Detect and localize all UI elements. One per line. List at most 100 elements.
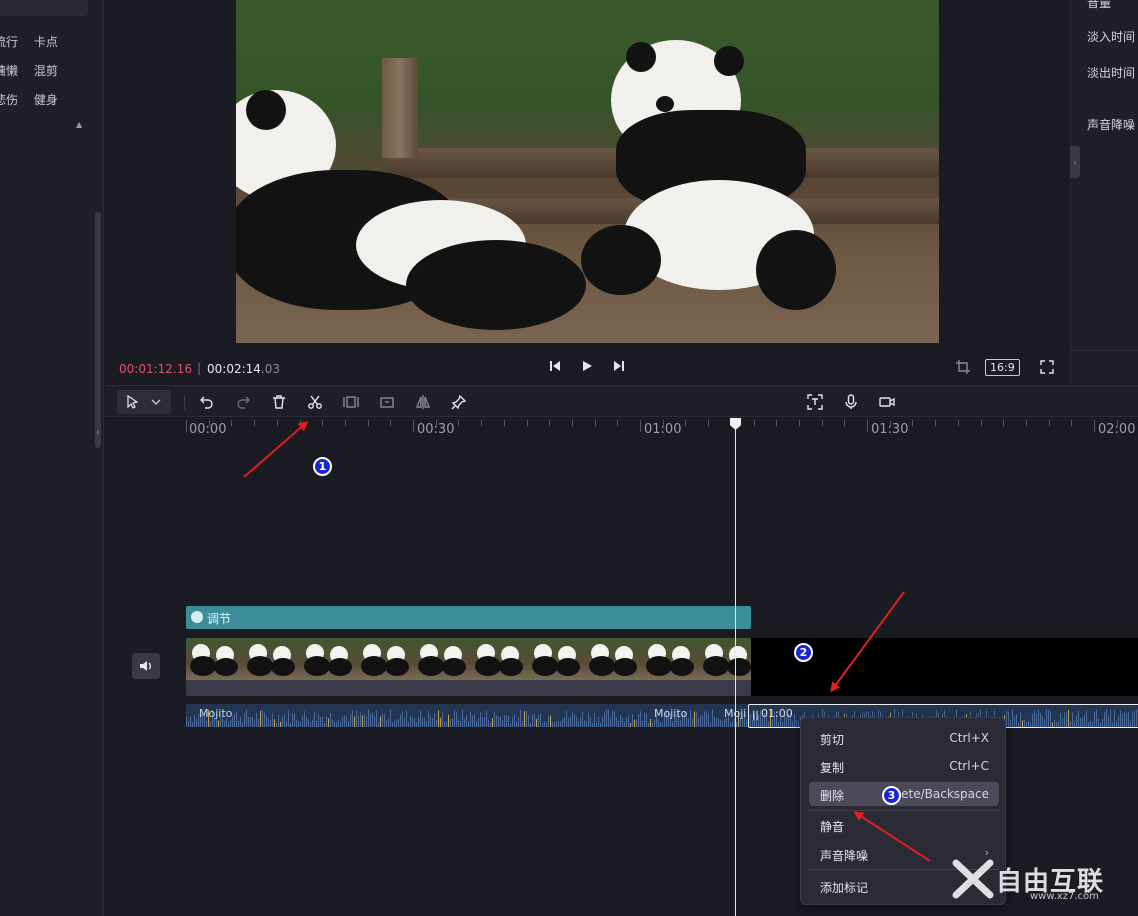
waveform-bar: [612, 710, 613, 727]
waveform-bar: [632, 714, 633, 727]
menu-copy[interactable]: 复制 Ctrl+C: [809, 754, 999, 778]
tag-fitness[interactable]: 健身: [34, 91, 58, 108]
waveform-bar: [392, 722, 393, 727]
waveform-bar: [514, 714, 515, 727]
camera-icon[interactable]: [879, 394, 895, 410]
waveform-bar: [228, 721, 229, 727]
palette-icon: [191, 611, 203, 623]
video-clip[interactable]: [186, 638, 751, 696]
waveform-bar: [538, 714, 539, 727]
waveform-bar: [306, 716, 307, 727]
adjust-track[interactable]: 调节: [186, 606, 751, 629]
skip-back-icon[interactable]: [547, 358, 563, 374]
waveform-bar: [230, 719, 231, 727]
playhead[interactable]: [735, 418, 736, 916]
tag-mix[interactable]: 混剪: [34, 62, 58, 79]
menu-delete[interactable]: 删除 ete/Backspace: [809, 782, 999, 806]
waveform-bar: [426, 721, 427, 727]
waveform-bar: [308, 719, 309, 727]
waveform-bar: [396, 719, 397, 727]
waveform-bar: [480, 712, 481, 727]
chevron-right-icon[interactable]: ›: [1070, 146, 1080, 178]
waveform-bar: [476, 721, 477, 727]
waveform-bar: [636, 719, 637, 727]
ruler-minor-tick: [662, 420, 664, 426]
split-frame-icon[interactable]: [343, 394, 359, 410]
ruler-minor-tick: [617, 420, 619, 426]
waveform-bar: [618, 720, 619, 727]
ruler-minor-tick: [1003, 420, 1005, 426]
time-separator: |: [197, 361, 202, 375]
chevron-left-icon[interactable]: ‹: [96, 428, 100, 438]
waveform-bar: [588, 712, 589, 727]
waveform-bar: [394, 720, 395, 727]
microphone-icon[interactable]: [843, 394, 859, 410]
waveform-bar: [338, 720, 339, 727]
mirror-icon[interactable]: [415, 394, 431, 410]
waveform-bar: [604, 712, 605, 727]
select-tool-dropdown[interactable]: [117, 390, 171, 414]
waveform-bar: [284, 714, 285, 727]
play-icon[interactable]: [579, 358, 595, 374]
tag-beat[interactable]: 卡点: [34, 33, 58, 50]
waveform-bar: [282, 716, 283, 727]
freeze-frame-icon[interactable]: [379, 394, 395, 410]
chevron-down-icon: [151, 399, 161, 405]
properties-panel: 音量 淡入时间 淡出时间 声音降噪: [1070, 0, 1138, 384]
waveform-bar: [416, 722, 417, 727]
waveform-bar: [190, 716, 191, 727]
waveform-bar: [300, 721, 301, 727]
video-thumbnail: [471, 638, 528, 680]
menu-cut-label: 剪切: [820, 733, 845, 747]
menu-mute[interactable]: 静音: [809, 813, 999, 837]
aspect-ratio-button[interactable]: 16:9: [985, 359, 1020, 376]
category-box[interactable]: [0, 0, 88, 16]
waveform-bar: [708, 713, 709, 727]
waveform-bar: [434, 712, 435, 727]
waveform-bar: [692, 718, 693, 727]
waveform-bar: [462, 709, 463, 727]
waveform-bar: [732, 721, 733, 727]
menu-cut[interactable]: 剪切 Ctrl+X: [809, 726, 999, 750]
ruler-minor-tick: [594, 420, 596, 426]
left-scrollbar[interactable]: [95, 212, 101, 448]
waveform-bar: [314, 711, 315, 727]
waveform-bar: [592, 722, 593, 727]
waveform-bar: [346, 715, 347, 727]
waveform-bar: [526, 711, 527, 727]
waveform-bar: [318, 714, 319, 727]
waveform-bar: [574, 714, 575, 727]
waveform-bar: [494, 711, 495, 727]
pin-icon[interactable]: [451, 394, 467, 410]
fullscreen-icon[interactable]: [1039, 359, 1055, 375]
waveform-bar: [188, 721, 189, 727]
waveform-bar: [556, 720, 557, 727]
prop-fade-in: 淡入时间: [1087, 30, 1136, 44]
crop-icon[interactable]: [955, 359, 971, 375]
tag-pop[interactable]: 流行: [0, 33, 18, 50]
ruler-minor-tick: [186, 420, 187, 426]
collapse-up-icon[interactable]: ▲: [76, 120, 82, 129]
segment-handle[interactable]: ||: [752, 710, 759, 721]
playhead-handle[interactable]: [730, 418, 741, 430]
redo-icon[interactable]: [235, 394, 251, 410]
audio-label-2: Mojito: [654, 707, 688, 720]
skip-forward-icon[interactable]: [611, 358, 627, 374]
trash-icon[interactable]: [271, 394, 287, 410]
undo-icon[interactable]: [199, 394, 215, 410]
waveform-bar: [466, 715, 467, 727]
waveform-bar: [280, 721, 281, 727]
tag-lazy[interactable]: 慵懒: [0, 62, 18, 79]
ruler-minor-tick: [435, 420, 437, 426]
waveform-bar: [500, 716, 501, 727]
scissors-icon[interactable]: [307, 394, 323, 410]
video-preview[interactable]: [236, 0, 939, 343]
tag-row-1: 流行 卡点: [0, 33, 70, 50]
volume-icon[interactable]: [132, 653, 160, 679]
ruler-minor-tick: [821, 420, 823, 426]
tag-sad[interactable]: 悲伤: [0, 91, 18, 108]
waveform-bar: [590, 717, 591, 727]
waveform-bar: [342, 716, 343, 727]
text-recognition-icon[interactable]: [807, 394, 823, 410]
waveform-bar: [492, 718, 493, 727]
